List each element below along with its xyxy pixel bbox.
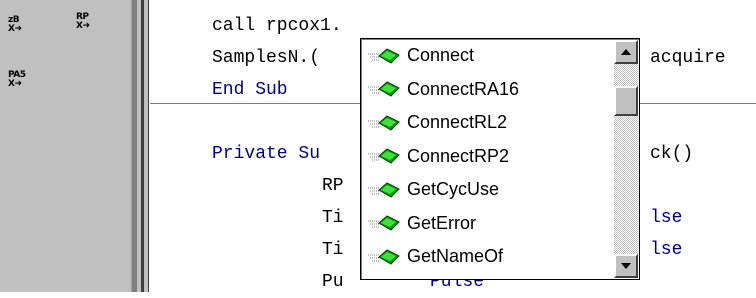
scroll-down-button[interactable] — [614, 254, 638, 278]
scroll-down-arrow-icon — [621, 263, 631, 269]
tool-zb[interactable]: zB X➜ — [8, 16, 22, 34]
code-line[interactable]: Private Su — [212, 138, 320, 170]
toolbox-panel: zB X➜ RP X➜ PA5 X➜ — [0, 0, 131, 292]
scroll-up-button[interactable] — [614, 40, 638, 64]
autocomplete-item-label: GetError — [407, 212, 477, 233]
autocomplete-item-label: GetCycUse — [407, 179, 500, 200]
code-fragment[interactable]: acquire — [650, 42, 726, 74]
autocomplete-item-label: ConnectRL2 — [407, 112, 508, 133]
autocomplete-item[interactable]: ConnectRA16 — [361, 73, 613, 107]
autocomplete-item[interactable]: Connect — [361, 39, 613, 73]
autocomplete-item[interactable]: GetNameOf — [361, 240, 613, 274]
method-icon — [367, 47, 401, 65]
code-line[interactable]: call rpcox1. — [212, 10, 342, 42]
code-line[interactable]: Ti — [322, 234, 344, 266]
code-fragment[interactable]: lse — [650, 202, 682, 234]
code-line[interactable]: RP — [322, 170, 344, 202]
autocomplete-item[interactable]: ConnectRP2 — [361, 140, 613, 174]
code-line[interactable]: End Sub — [212, 74, 288, 106]
autocomplete-popup[interactable]: Connect ConnectRA16 ConnectRL2 ConnectRP2 Ge… — [360, 38, 640, 280]
method-icon — [367, 214, 401, 232]
autocomplete-item[interactable]: GetError — [361, 207, 613, 241]
method-icon — [367, 248, 401, 266]
autocomplete-item[interactable]: ConnectRL2 — [361, 106, 613, 140]
method-icon — [367, 147, 401, 165]
autocomplete-scrollbar[interactable] — [614, 40, 638, 278]
method-icon — [367, 80, 401, 98]
autocomplete-item-label: Connect — [407, 45, 475, 66]
autocomplete-item-label: ConnectRA16 — [407, 78, 520, 99]
method-icon — [367, 181, 401, 199]
scroll-thumb[interactable] — [614, 86, 638, 116]
code-line[interactable]: Pu — [322, 266, 344, 298]
autocomplete-item-label: ConnectRP2 — [407, 145, 510, 166]
panel-divider-line — [141, 0, 144, 292]
scroll-up-arrow-icon — [621, 49, 631, 55]
tool-zb-sub: X➜ — [8, 24, 22, 34]
code-fragment[interactable]: ck() — [650, 138, 693, 170]
tool-pa5[interactable]: PA5 X➜ — [8, 71, 26, 89]
code-line[interactable]: Ti — [322, 202, 344, 234]
method-icon — [367, 114, 401, 132]
code-line[interactable]: SamplesN.( — [212, 42, 320, 74]
autocomplete-item-label: GetNameOf — [407, 246, 504, 267]
tool-rp-sub: X➜ — [76, 21, 90, 31]
tool-rp[interactable]: RP X➜ — [76, 13, 90, 31]
autocomplete-list[interactable]: Connect ConnectRA16 ConnectRL2 ConnectRP2 Ge… — [361, 39, 613, 274]
autocomplete-item[interactable]: GetCycUse — [361, 173, 613, 207]
tool-pa5-sub: X➜ — [8, 79, 22, 89]
code-fragment[interactable]: lse — [650, 234, 682, 266]
